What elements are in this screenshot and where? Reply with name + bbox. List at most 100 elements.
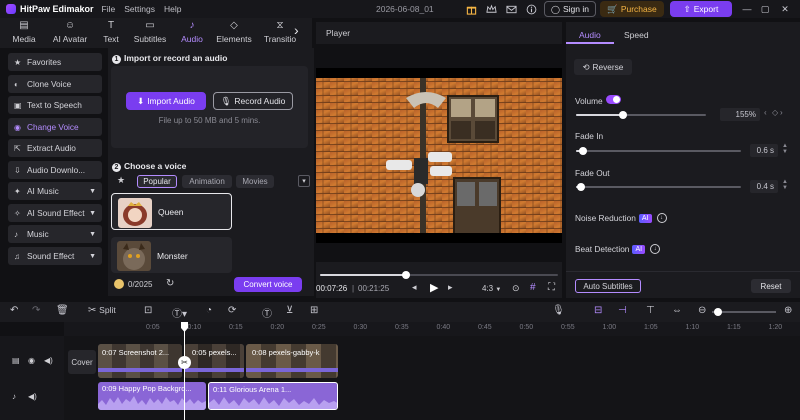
tabs-next-icon[interactable]: ›	[294, 22, 299, 38]
audio-clip-selected[interactable]: 0:11 Glorious Arena 1...	[208, 382, 338, 410]
undo-icon[interactable]: ↶	[10, 305, 18, 316]
export-button[interactable]: ⇧ Export	[670, 1, 732, 17]
noise-reduction-row[interactable]: Noise Reduction AI ↓	[575, 213, 667, 223]
link-icon[interactable]: ⊟	[594, 305, 602, 316]
fade-out-value[interactable]: 0.4 s	[750, 180, 778, 193]
microphone-tool-icon[interactable]: 🎙	[552, 305, 565, 316]
sidebar-item-ai-sound-effect[interactable]: ✧ AI Sound Effect ▼	[8, 204, 102, 222]
filter-movies[interactable]: Movies	[236, 175, 274, 188]
delete-icon[interactable]: 🗑	[56, 305, 69, 316]
sidebar-item-audio-download[interactable]: ⇩ Audio Downlo...	[8, 161, 102, 179]
zoom-slider[interactable]	[712, 308, 776, 316]
volume-handle[interactable]	[619, 111, 627, 119]
play-icon[interactable]: ▶	[430, 281, 438, 294]
zoom-handle[interactable]	[714, 308, 722, 316]
fade-out-slider[interactable]	[576, 183, 741, 191]
refresh-icon[interactable]: ↻	[166, 278, 174, 289]
beat-download-icon[interactable]: ↓	[650, 244, 661, 254]
convert-voice-button[interactable]: Convert voice	[234, 277, 302, 292]
fade-in-slider[interactable]	[576, 147, 741, 155]
video-clip[interactable]: 0:07 Screenshot 2...	[98, 344, 182, 378]
fullscreen-icon[interactable]: ⛶	[548, 282, 555, 293]
sidebar-item-favorites[interactable]: ★ Favorites	[8, 53, 102, 71]
info-icon[interactable]	[524, 2, 538, 16]
gift-icon[interactable]	[464, 2, 478, 16]
mail-icon[interactable]	[504, 2, 518, 16]
beat-detection-row[interactable]: Beat Detection AI ↓	[575, 244, 661, 254]
filters-expand-icon[interactable]: ▾	[298, 175, 310, 187]
volume-toggle[interactable]	[606, 95, 621, 104]
zoom-out-icon[interactable]: ⊖	[698, 305, 706, 316]
import-audio-button[interactable]: ⬇ Import Audio	[126, 92, 206, 110]
volume-value[interactable]: 155%	[720, 108, 760, 121]
tab-media[interactable]: ▤ Media	[2, 20, 46, 44]
tab-elements[interactable]: ◇ Elements	[212, 20, 256, 44]
video-clip[interactable]: 0:08 pexels-gabby-k	[246, 344, 338, 378]
menu-help[interactable]: Help	[164, 4, 181, 14]
sidebar-item-sound-effect[interactable]: ♫ Sound Effect ▼	[8, 247, 102, 265]
volume-slider[interactable]	[576, 111, 706, 119]
redo-icon[interactable]: ↷	[32, 305, 40, 316]
minimize-icon[interactable]: —	[740, 2, 754, 16]
tab-audio[interactable]: ♪ Audio	[170, 20, 214, 44]
fade-out-stepper[interactable]: ▲ ▼	[782, 179, 788, 191]
menu-file[interactable]: File	[102, 4, 116, 14]
tab-speed[interactable]: Speed	[624, 30, 649, 40]
filter-animation[interactable]: Animation	[182, 175, 232, 188]
tab-subtitles[interactable]: ▭ Subtitles	[128, 20, 172, 44]
playhead-line[interactable]	[184, 322, 185, 420]
timeline-ruler[interactable]: 0:05 0:10 0:15 0:20 0:25 0:30 0:35 0:40 0:45 0:50…	[64, 322, 800, 336]
magnet-icon[interactable]: ⊣	[618, 305, 627, 316]
tab-ai-avatar[interactable]: ☺ AI Avatar	[48, 20, 92, 44]
voice-card-queen[interactable]: Queen	[111, 193, 232, 230]
audio-clip[interactable]: 0:09 Happy Pop Backgro...	[98, 382, 206, 410]
record-audio-button[interactable]: 🎙 Record Audio	[213, 92, 293, 110]
zoom-in-icon[interactable]: ⊕	[784, 305, 792, 316]
tab-text[interactable]: T Text	[89, 20, 133, 44]
sidebar-item-text-to-speech[interactable]: ▣ Text to Speech	[8, 96, 102, 114]
previous-frame-icon[interactable]: ◂	[412, 282, 417, 293]
grid-icon[interactable]: #	[530, 282, 536, 293]
aspect-ratio-select[interactable]: 4:3 ▼	[482, 284, 501, 293]
download-tool-icon[interactable]: ⊻	[286, 305, 293, 316]
fade-in-handle[interactable]	[579, 147, 587, 155]
reverse-clip-icon[interactable]: ⟳	[228, 305, 236, 316]
keyframe-icon[interactable]: ◇	[772, 108, 778, 117]
sidebar-item-ai-music[interactable]: ✦ AI Music ▼	[8, 182, 102, 200]
cover-button[interactable]: Cover	[68, 350, 96, 374]
video-preview[interactable]	[316, 68, 562, 243]
tab-audio-props[interactable]: Audio	[566, 22, 614, 44]
favorite-star-icon[interactable]: ★	[117, 175, 125, 186]
next-keyframe-icon[interactable]: ›	[780, 108, 783, 117]
maximize-icon[interactable]: ▢	[758, 2, 772, 16]
voice-card-monster[interactable]: Monster	[111, 237, 232, 273]
snapshot-icon[interactable]: ⊙	[512, 283, 520, 294]
fade-out-handle[interactable]	[577, 183, 585, 191]
next-frame-icon[interactable]: ▸	[448, 282, 453, 293]
filter-popular[interactable]: Popular	[137, 175, 177, 188]
fade-in-value[interactable]: 0.6 s	[750, 144, 778, 157]
auto-subtitles-button[interactable]: Auto Subtitles	[575, 279, 641, 293]
fit-icon[interactable]: ⇔	[672, 305, 682, 316]
crown-icon[interactable]	[484, 2, 498, 16]
playhead-scissors-icon[interactable]: ✂	[178, 356, 191, 369]
audio-mute-icon[interactable]: ◀)	[28, 392, 37, 401]
eye-icon[interactable]: ◉	[28, 356, 35, 365]
speed-icon[interactable]: ◔	[206, 305, 212, 316]
add-media-icon[interactable]: ⊞	[310, 305, 318, 316]
sidebar-item-clone-voice[interactable]: ◐ Clone Voice	[8, 75, 102, 93]
fade-in-stepper[interactable]: ▲ ▼	[782, 143, 788, 155]
snap-icon[interactable]: ⊤	[646, 305, 655, 316]
reverse-button[interactable]: ⟲ Reverse	[574, 59, 632, 75]
close-icon[interactable]: ✕	[778, 2, 792, 16]
subtitle-tool-icon[interactable]: Ⓣ	[262, 305, 272, 320]
sign-in-button[interactable]: ◯ Sign in	[544, 1, 596, 17]
sidebar-item-music[interactable]: ♪ Music ▼	[8, 225, 102, 243]
video-clip[interactable]: 0:05 pexels...	[184, 344, 244, 378]
sidebar-item-change-voice[interactable]: ◉ Change Voice	[8, 118, 102, 136]
purchase-button[interactable]: 🛒 Purchase	[600, 1, 664, 17]
noise-download-icon[interactable]: ↓	[656, 213, 667, 223]
reset-button[interactable]: Reset	[751, 279, 791, 293]
playback-handle[interactable]	[402, 271, 410, 279]
prev-keyframe-icon[interactable]: ‹	[764, 108, 767, 117]
